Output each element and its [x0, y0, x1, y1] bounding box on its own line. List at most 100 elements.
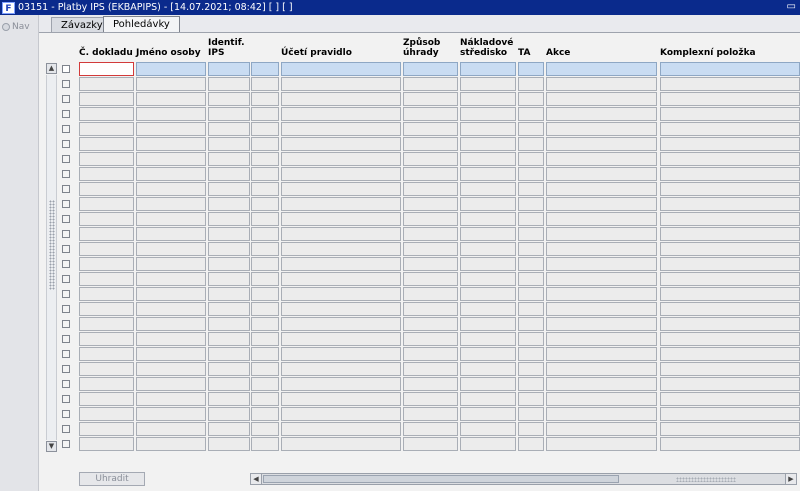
cell-blank[interactable]	[251, 227, 279, 241]
cell-ta[interactable]	[518, 377, 544, 391]
cell-stredisko[interactable]	[460, 332, 516, 346]
cell-uhrada[interactable]	[403, 92, 458, 106]
cell-komplex[interactable]	[660, 197, 800, 211]
cell-komplex[interactable]	[660, 182, 800, 196]
cell-stredisko[interactable]	[460, 212, 516, 226]
cell-jmeno[interactable]	[136, 407, 206, 421]
cell-ta[interactable]	[518, 77, 544, 91]
cell-ta[interactable]	[518, 332, 544, 346]
cell-ips[interactable]	[208, 227, 250, 241]
cell-ta[interactable]	[518, 107, 544, 121]
cell-doklad[interactable]	[79, 92, 134, 106]
row-select-checkbox[interactable]	[62, 245, 70, 253]
cell-jmeno[interactable]	[136, 122, 206, 136]
cell-doklad[interactable]	[79, 302, 134, 316]
cell-ips[interactable]	[208, 92, 250, 106]
cell-pravidlo[interactable]	[281, 137, 401, 151]
cell-jmeno[interactable]	[136, 92, 206, 106]
horizontal-scrollbar[interactable]: ◀ ▶	[250, 473, 797, 485]
cell-blank[interactable]	[251, 257, 279, 271]
cell-akce[interactable]	[546, 362, 657, 376]
cell-stredisko[interactable]	[460, 227, 516, 241]
cell-komplex[interactable]	[660, 137, 800, 151]
cell-akce[interactable]	[546, 272, 657, 286]
cell-ips[interactable]	[208, 107, 250, 121]
cell-ips[interactable]	[208, 317, 250, 331]
cell-komplex[interactable]	[660, 362, 800, 376]
cell-stredisko[interactable]	[460, 377, 516, 391]
cell-pravidlo[interactable]	[281, 272, 401, 286]
cell-jmeno[interactable]	[136, 182, 206, 196]
cell-stredisko[interactable]	[460, 92, 516, 106]
cell-blank[interactable]	[251, 302, 279, 316]
cell-ta[interactable]	[518, 437, 544, 451]
cell-jmeno[interactable]	[136, 422, 206, 436]
row-select-checkbox[interactable]	[62, 65, 70, 73]
cell-stredisko[interactable]	[460, 407, 516, 421]
cell-blank[interactable]	[251, 407, 279, 421]
cell-ips[interactable]	[208, 437, 250, 451]
cell-ta[interactable]	[518, 362, 544, 376]
cell-stredisko[interactable]	[460, 392, 516, 406]
cell-ips[interactable]	[208, 392, 250, 406]
cell-jmeno[interactable]	[136, 437, 206, 451]
cell-pravidlo[interactable]	[281, 107, 401, 121]
cell-blank[interactable]	[251, 377, 279, 391]
cell-stredisko[interactable]	[460, 182, 516, 196]
cell-uhrada[interactable]	[403, 407, 458, 421]
cell-ta[interactable]	[518, 347, 544, 361]
cell-blank[interactable]	[251, 272, 279, 286]
nav-toggle[interactable]: Nav	[2, 22, 30, 32]
cell-akce[interactable]	[546, 197, 657, 211]
cell-doklad[interactable]	[79, 122, 134, 136]
cell-jmeno[interactable]	[136, 302, 206, 316]
cell-ta[interactable]	[518, 287, 544, 301]
cell-komplex[interactable]	[660, 62, 800, 76]
cell-pravidlo[interactable]	[281, 392, 401, 406]
cell-pravidlo[interactable]	[281, 332, 401, 346]
cell-blank[interactable]	[251, 332, 279, 346]
cell-pravidlo[interactable]	[281, 407, 401, 421]
row-select-checkbox[interactable]	[62, 200, 70, 208]
cell-stredisko[interactable]	[460, 302, 516, 316]
row-select-checkbox[interactable]	[62, 155, 70, 163]
cell-pravidlo[interactable]	[281, 197, 401, 211]
scroll-up-button[interactable]: ▲	[46, 63, 57, 74]
cell-doklad[interactable]	[79, 287, 134, 301]
cell-akce[interactable]	[546, 92, 657, 106]
cell-pravidlo[interactable]	[281, 227, 401, 241]
cell-komplex[interactable]	[660, 257, 800, 271]
cell-blank[interactable]	[251, 422, 279, 436]
cell-ta[interactable]	[518, 422, 544, 436]
cell-ips[interactable]	[208, 212, 250, 226]
cell-ta[interactable]	[518, 182, 544, 196]
cell-akce[interactable]	[546, 167, 657, 181]
cell-uhrada[interactable]	[403, 377, 458, 391]
cell-uhrada[interactable]	[403, 362, 458, 376]
cell-jmeno[interactable]	[136, 152, 206, 166]
cell-stredisko[interactable]	[460, 287, 516, 301]
cell-uhrada[interactable]	[403, 182, 458, 196]
cell-pravidlo[interactable]	[281, 302, 401, 316]
cell-ta[interactable]	[518, 407, 544, 421]
row-select-checkbox[interactable]	[62, 95, 70, 103]
cell-blank[interactable]	[251, 212, 279, 226]
row-select-checkbox[interactable]	[62, 125, 70, 133]
row-select-checkbox[interactable]	[62, 215, 70, 223]
cell-ta[interactable]	[518, 212, 544, 226]
cell-ips[interactable]	[208, 422, 250, 436]
cell-blank[interactable]	[251, 92, 279, 106]
cell-doklad[interactable]	[79, 272, 134, 286]
cell-ips[interactable]	[208, 332, 250, 346]
cell-blank[interactable]	[251, 77, 279, 91]
row-select-checkbox[interactable]	[62, 110, 70, 118]
cell-akce[interactable]	[546, 317, 657, 331]
cell-komplex[interactable]	[660, 392, 800, 406]
cell-jmeno[interactable]	[136, 107, 206, 121]
cell-blank[interactable]	[251, 347, 279, 361]
cell-stredisko[interactable]	[460, 437, 516, 451]
cell-uhrada[interactable]	[403, 212, 458, 226]
cell-ips[interactable]	[208, 182, 250, 196]
cell-jmeno[interactable]	[136, 77, 206, 91]
cell-ips[interactable]	[208, 62, 250, 76]
